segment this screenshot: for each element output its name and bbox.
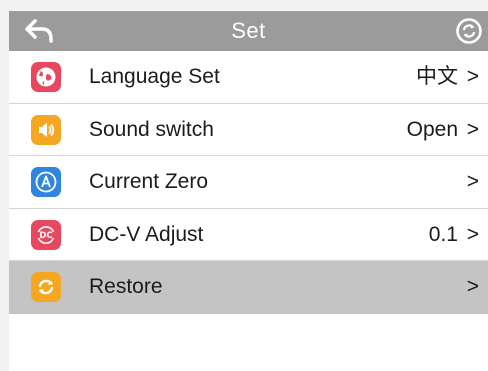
settings-item-current-zero[interactable]: Current Zero > xyxy=(9,156,488,209)
settings-item-sound[interactable]: Sound switch Open > xyxy=(9,103,488,156)
settings-item-value: Open xyxy=(406,117,458,141)
refresh-button[interactable] xyxy=(454,16,484,46)
page-title: Set xyxy=(231,18,266,43)
settings-item-value: 中文 xyxy=(416,65,458,88)
back-button[interactable] xyxy=(23,17,57,45)
chevron-right-icon: > xyxy=(466,117,479,141)
settings-item-label: Restore xyxy=(89,275,163,298)
settings-item-value: 0.1 xyxy=(428,222,458,246)
device-screen: Set Language Set 中文 > Sound switch Open … xyxy=(9,11,488,371)
chevron-right-icon: > xyxy=(466,65,479,88)
svg-text:DC: DC xyxy=(39,231,52,241)
speaker-icon xyxy=(31,114,61,145)
chevron-right-icon: > xyxy=(466,170,479,193)
settings-item-label: DC-V Adjust xyxy=(89,222,204,246)
title-bar: Set xyxy=(9,11,488,51)
refresh-icon xyxy=(456,18,482,44)
chevron-right-icon: > xyxy=(466,275,479,298)
settings-item-label: Sound switch xyxy=(89,117,214,141)
circle-a-icon xyxy=(31,167,61,197)
settings-list: Language Set 中文 > Sound switch Open > Cu… xyxy=(9,51,488,314)
dc-adjust-icon: DC xyxy=(31,219,61,250)
chevron-right-icon: > xyxy=(466,222,479,246)
restore-icon xyxy=(31,272,61,302)
settings-item-restore[interactable]: Restore > xyxy=(9,261,488,314)
settings-item-label: Current Zero xyxy=(89,170,209,193)
settings-item-language[interactable]: Language Set 中文 > xyxy=(9,51,488,104)
globe-icon xyxy=(31,62,61,92)
settings-item-label: Language Set xyxy=(89,65,220,88)
settings-item-dcv-adjust[interactable]: DC DC-V Adjust 0.1 > xyxy=(9,208,488,261)
back-arrow-icon xyxy=(25,19,53,43)
